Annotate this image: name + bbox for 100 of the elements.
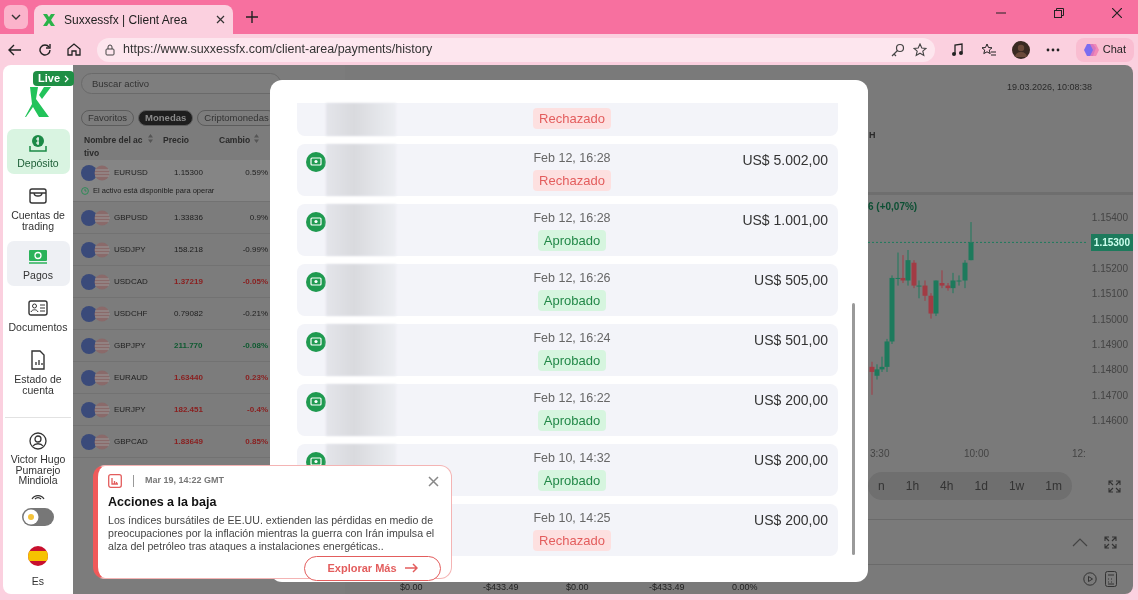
theme-toggle[interactable] bbox=[22, 507, 54, 526]
music-note-icon[interactable] bbox=[950, 42, 965, 57]
summary-value: -$433.49 bbox=[649, 582, 686, 593]
symbol-text: USDCHF bbox=[114, 307, 149, 320]
redacted-block bbox=[326, 103, 396, 136]
home-icon[interactable] bbox=[67, 43, 81, 56]
symbol-text: GBPJPY bbox=[114, 339, 147, 352]
change-text: -0.99% bbox=[241, 243, 268, 256]
payment-date: Feb 12, 16:22 bbox=[533, 391, 611, 406]
column-header[interactable]: Nombre del activo bbox=[81, 134, 163, 160]
timeframe-button[interactable]: 4h bbox=[934, 477, 960, 495]
column-header: Precio bbox=[163, 134, 190, 147]
status-badge: Aprobado bbox=[537, 410, 607, 431]
status-badge: Rechazado bbox=[533, 108, 611, 129]
sort-icon bbox=[148, 134, 153, 143]
sparkle-icon bbox=[1083, 42, 1099, 57]
currency-flags-icon bbox=[81, 337, 111, 354]
price-text: 1.83649 bbox=[174, 435, 204, 448]
filter-chip[interactable]: Monedas bbox=[138, 110, 194, 126]
star-icon[interactable] bbox=[912, 42, 927, 57]
favorites-icon[interactable] bbox=[980, 42, 996, 57]
banknote-icon bbox=[306, 212, 326, 232]
price-change-text: 6 (+0,07%) bbox=[868, 200, 918, 214]
timeframe-button[interactable]: 1m bbox=[1039, 477, 1068, 495]
column-header[interactable]: Cambio bbox=[219, 134, 269, 147]
change-text: 0.23% bbox=[244, 371, 268, 384]
price-text: 1.33836 bbox=[174, 211, 204, 224]
sidebar-item[interactable]: Cuentas de trading bbox=[6, 178, 70, 237]
status-badge: Aprobado bbox=[537, 230, 607, 251]
expand-icon[interactable] bbox=[1108, 479, 1121, 493]
payment-date: Feb 10, 14:32 bbox=[533, 451, 611, 466]
symbol-fragment: H bbox=[869, 129, 876, 142]
avatar-icon[interactable] bbox=[1011, 40, 1030, 59]
arrow-right-icon bbox=[404, 563, 418, 574]
symbol-text: GBPCAD bbox=[114, 435, 149, 448]
payment-amount: US$ 505,00 bbox=[754, 271, 829, 290]
close-icon[interactable] bbox=[1112, 8, 1122, 18]
timeframe-button[interactable]: 1w bbox=[1002, 477, 1031, 495]
notification-body: Los índices bursátiles de EE.UU. extienden las pérdidas en medio de preocupaciones por la inflación mientras la guerra con Irán impulsa el alza del petróleo tras ataques a instalaciones energéticas.. bbox=[108, 513, 436, 553]
banknote-icon bbox=[306, 332, 326, 352]
payment-amount: US$ 5.002,00 bbox=[742, 151, 829, 170]
price-text: 158.218 bbox=[174, 243, 204, 256]
payment-date: Feb 12, 16:26 bbox=[533, 271, 611, 286]
redacted-block bbox=[326, 324, 396, 376]
close-icon[interactable] bbox=[216, 15, 225, 24]
change-text: -0.05% bbox=[241, 275, 268, 288]
x-logo-icon bbox=[42, 12, 56, 27]
symbol-text: EURJPY bbox=[114, 403, 147, 416]
change-text: -0.4% bbox=[246, 403, 268, 416]
currency-flags-icon bbox=[81, 433, 111, 450]
flag-icon[interactable] bbox=[28, 545, 48, 566]
language-label[interactable]: Es bbox=[31, 573, 45, 590]
play-icon[interactable] bbox=[1083, 572, 1097, 586]
timeframe-button[interactable]: 1d bbox=[968, 477, 994, 495]
explore-button[interactable]: Explorar Más bbox=[304, 555, 441, 581]
bar-chart-icon bbox=[108, 474, 122, 488]
status-badge: Aprobado bbox=[537, 470, 607, 491]
plus-icon[interactable] bbox=[246, 11, 258, 23]
search-field[interactable]: Buscar activo bbox=[81, 73, 281, 94]
id-card-icon bbox=[28, 298, 48, 318]
key-icon[interactable] bbox=[890, 42, 905, 57]
chat-button[interactable]: Chat bbox=[1075, 37, 1134, 62]
summary-value: $0.00 bbox=[400, 582, 424, 593]
sidebar-item[interactable]: Pagos bbox=[6, 241, 70, 286]
live-badge[interactable]: Live bbox=[33, 71, 74, 86]
user-icon[interactable] bbox=[29, 432, 47, 450]
timeframe-button[interactable]: 1h bbox=[899, 477, 926, 495]
summary-value: 0.00% bbox=[732, 582, 759, 593]
current-price-label: 1.15300 bbox=[1090, 234, 1133, 252]
summary-value: $0.00 bbox=[566, 582, 590, 593]
sidebar-item[interactable]: Documentos bbox=[6, 290, 70, 338]
banknote-icon bbox=[306, 392, 326, 412]
currency-flags-icon bbox=[81, 369, 111, 386]
symbol-text: GBPUSD bbox=[114, 211, 149, 224]
sidebar-item[interactable]: Depósito bbox=[6, 129, 70, 174]
expand-icon[interactable] bbox=[1104, 535, 1117, 549]
back-arrow-icon[interactable] bbox=[8, 43, 22, 56]
banknote-icon bbox=[306, 272, 326, 292]
document-chart-icon bbox=[28, 350, 48, 370]
redacted-block bbox=[326, 144, 396, 196]
price-text: 1.37219 bbox=[174, 275, 204, 288]
chart-datetime: 19.03.2026, 10:08:38 bbox=[1006, 81, 1092, 94]
signal-icon[interactable] bbox=[31, 493, 45, 500]
redacted-block bbox=[326, 264, 396, 316]
change-text: 0.59% bbox=[244, 166, 268, 179]
symbol-text: EURAUD bbox=[114, 371, 149, 384]
scrollbar[interactable] bbox=[852, 303, 855, 555]
status-badge: Rechazado bbox=[533, 530, 611, 551]
clock-icon bbox=[81, 186, 89, 195]
address-bar[interactable]: https://www.suxxessfx.com/client-area/payments/history bbox=[97, 37, 935, 62]
restore-icon[interactable] bbox=[1054, 8, 1064, 18]
calculator-icon[interactable] bbox=[1105, 571, 1117, 587]
symbol-text: EURUSD bbox=[114, 166, 149, 179]
payment-amount: US$ 501,00 bbox=[754, 331, 829, 350]
more-icon[interactable] bbox=[1045, 47, 1060, 52]
sidebar-item[interactable]: Estado de cuenta bbox=[6, 342, 70, 401]
timeframe-button[interactable]: n bbox=[872, 477, 891, 495]
refresh-icon[interactable] bbox=[38, 43, 51, 56]
payment-amount: US$ 200,00 bbox=[754, 391, 829, 410]
symbol-text: USDJPY bbox=[114, 243, 147, 256]
